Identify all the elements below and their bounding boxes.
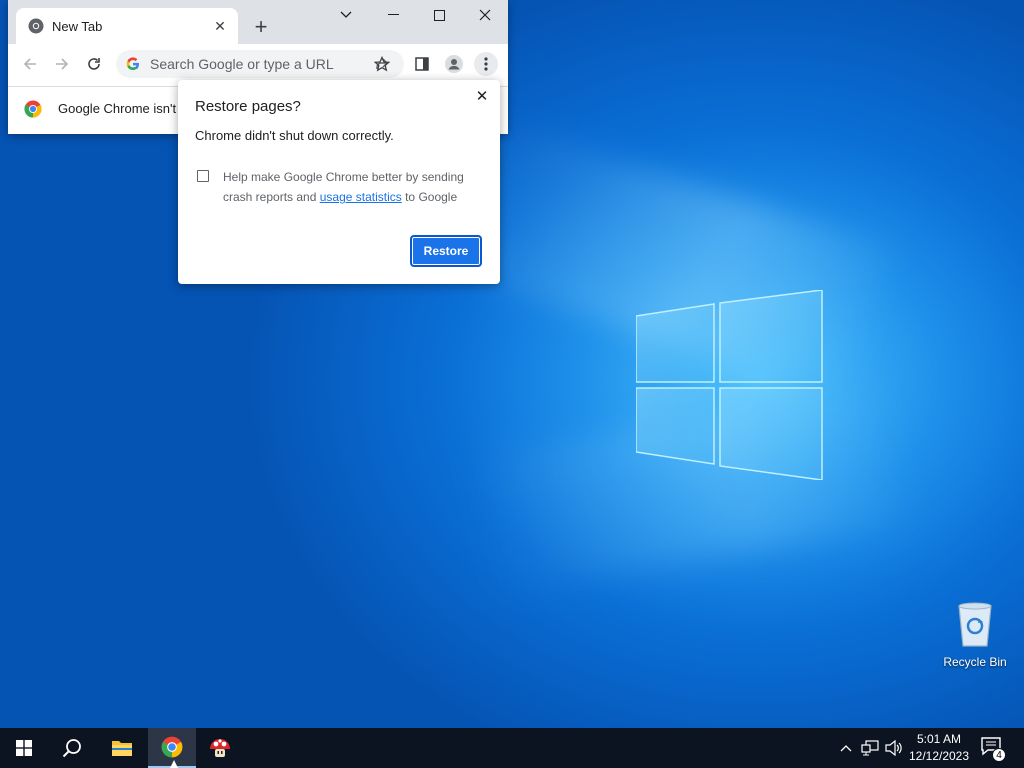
- start-button[interactable]: [0, 728, 48, 768]
- back-button[interactable]: [18, 52, 42, 76]
- recycle-bin-label: Recycle Bin: [943, 655, 1007, 669]
- tab-close-icon[interactable]: ✕: [210, 16, 230, 36]
- reload-button[interactable]: [82, 52, 106, 76]
- tab-title: New Tab: [52, 18, 103, 34]
- usage-statistics-link[interactable]: usage statistics: [320, 190, 402, 204]
- bookmark-button[interactable]: [370, 52, 394, 76]
- maximize-icon: [433, 9, 445, 21]
- omnibox[interactable]: Search Google or type a URL: [116, 50, 404, 78]
- minimize-icon: [387, 14, 399, 15]
- chrome-favicon-icon: [28, 18, 44, 34]
- avatar-icon: [445, 55, 463, 73]
- recycle-bin-icon: [958, 602, 992, 647]
- restore-button[interactable]: Restore: [410, 235, 482, 267]
- dialog-message: Chrome didn't shut down correctly.: [195, 128, 394, 143]
- arrow-right-icon: [56, 58, 69, 70]
- google-g-icon: [126, 57, 139, 71]
- taskbar-search-button[interactable]: [48, 728, 96, 768]
- minimize-button[interactable]: [370, 0, 416, 30]
- action-center-button[interactable]: 4: [980, 736, 1006, 762]
- file-explorer-icon: [112, 741, 132, 756]
- tab-new-tab[interactable]: New Tab ✕: [16, 8, 238, 44]
- menu-button[interactable]: [474, 52, 498, 76]
- plus-icon: +: [254, 14, 268, 39]
- notification-count-badge: 4: [992, 748, 1006, 762]
- windows-logo-wallpaper: [636, 290, 823, 480]
- chevron-up-icon: [840, 745, 852, 752]
- tab-search-button[interactable]: [323, 0, 369, 30]
- profile-button[interactable]: [442, 52, 466, 76]
- taskbar: 5:01 AM 12/12/2023 4: [0, 728, 1024, 768]
- crash-report-checkbox[interactable]: [197, 170, 209, 182]
- close-window-button[interactable]: [462, 0, 508, 30]
- recycle-bin-shortcut[interactable]: Recycle Bin: [940, 600, 1010, 672]
- show-hidden-icons-button[interactable]: [836, 738, 856, 758]
- taskbar-clock[interactable]: 5:01 AM 12/12/2023: [904, 731, 974, 765]
- chrome-titlebar[interactable]: New Tab ✕ +: [8, 0, 508, 44]
- maximize-button[interactable]: [416, 0, 462, 30]
- side-panel-button[interactable]: [410, 52, 434, 76]
- mushroom-app-icon: [210, 739, 230, 757]
- reload-icon: [88, 58, 100, 70]
- infobar-text: Google Chrome isn't: [58, 101, 177, 116]
- chrome-icon: [161, 736, 183, 758]
- kebab-menu-icon: [484, 57, 488, 71]
- mouse-cursor: [170, 760, 178, 768]
- start-icon: [16, 740, 32, 756]
- chevron-down-icon: [340, 11, 352, 18]
- star-icon: [374, 56, 390, 72]
- volume-icon: [885, 740, 902, 756]
- crash-report-label-suffix: to Google: [401, 190, 458, 204]
- volume-button[interactable]: [884, 738, 904, 758]
- clock-time: 5:01 AM: [916, 732, 962, 746]
- chrome-logo-icon: [24, 100, 42, 118]
- crash-report-label: Help make Google Chrome better by sendin…: [223, 167, 483, 207]
- network-button[interactable]: [860, 738, 880, 758]
- taskbar-file-explorer[interactable]: [98, 728, 146, 768]
- taskbar-mushroom-app[interactable]: [196, 728, 244, 768]
- arrow-left-icon: [23, 58, 36, 70]
- close-icon: [479, 9, 491, 21]
- clock-date: 12/12/2023: [908, 749, 970, 763]
- network-icon: [861, 740, 879, 756]
- omnibox-placeholder: Search Google or type a URL: [150, 56, 334, 72]
- new-tab-button[interactable]: +: [248, 14, 274, 40]
- restore-pages-dialog: Restore pages? ✕ Chrome didn't shut down…: [178, 80, 500, 284]
- chrome-toolbar: Search Google or type a URL: [8, 44, 508, 84]
- forward-button[interactable]: [50, 52, 74, 76]
- side-panel-icon: [415, 57, 429, 71]
- search-icon: [62, 739, 81, 758]
- dialog-close-icon[interactable]: ✕: [472, 86, 492, 106]
- dialog-title: Restore pages?: [195, 98, 301, 115]
